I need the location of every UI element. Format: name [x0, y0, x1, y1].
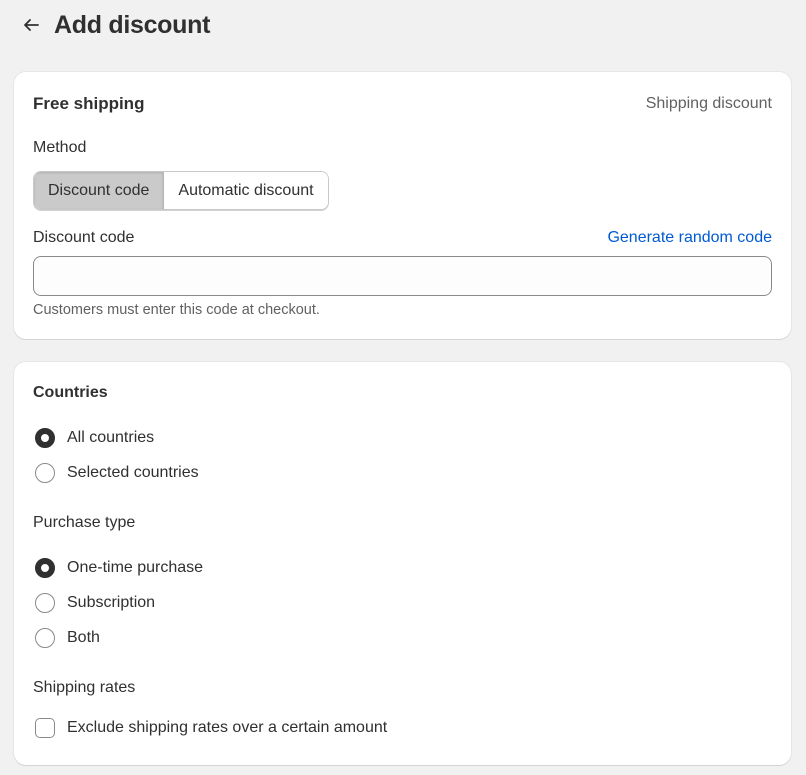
- card-title: Free shipping: [33, 94, 145, 113]
- page-header: Add discount: [20, 8, 210, 42]
- checkbox[interactable]: [35, 718, 55, 738]
- method-option-discount-code[interactable]: Discount code: [34, 172, 165, 209]
- radio-label: All countries: [67, 429, 155, 446]
- back-button[interactable]: [20, 14, 42, 36]
- arrow-left-icon: [24, 19, 39, 31]
- page-title: Add discount: [54, 10, 211, 39]
- radio-button[interactable]: [35, 463, 55, 483]
- discount-code-input[interactable]: [33, 256, 772, 296]
- radio-all-countries[interactable]: All countries: [35, 428, 154, 448]
- exclude-shipping-rates-option[interactable]: Exclude shipping rates over a certain am…: [35, 718, 387, 738]
- radio-button[interactable]: [35, 593, 55, 613]
- countries-title: Countries: [33, 384, 108, 401]
- checkbox-label: Exclude shipping rates over a certain am…: [67, 719, 388, 736]
- method-label: Method: [33, 139, 87, 156]
- radio-both[interactable]: Both: [35, 628, 100, 648]
- eligibility-card: Countries All countries Selected countri…: [14, 362, 791, 765]
- radio-label: Both: [67, 629, 100, 646]
- discount-type-label: Shipping discount: [645, 95, 772, 112]
- discount-code-label: Discount code: [33, 229, 135, 246]
- method-option-automatic-discount[interactable]: Automatic discount: [164, 172, 328, 209]
- radio-selected-countries[interactable]: Selected countries: [35, 463, 199, 483]
- discount-code-help-text: Customers must enter this code at checko…: [33, 302, 320, 318]
- discount-method-card: Free shipping Shipping discount Method D…: [14, 72, 791, 339]
- generate-random-code-link[interactable]: Generate random code: [607, 229, 772, 247]
- radio-subscription[interactable]: Subscription: [35, 593, 155, 613]
- radio-button[interactable]: [35, 428, 55, 448]
- radio-label: Selected countries: [67, 464, 199, 481]
- purchase-type-title: Purchase type: [33, 514, 136, 531]
- radio-one-time-purchase[interactable]: One-time purchase: [35, 558, 203, 578]
- radio-button[interactable]: [35, 558, 55, 578]
- radio-label: Subscription: [67, 594, 156, 611]
- radio-button[interactable]: [35, 628, 55, 648]
- method-segmented-control: Discount code Automatic discount: [33, 171, 329, 210]
- radio-label: One-time purchase: [67, 559, 204, 576]
- shipping-rates-title: Shipping rates: [33, 679, 136, 696]
